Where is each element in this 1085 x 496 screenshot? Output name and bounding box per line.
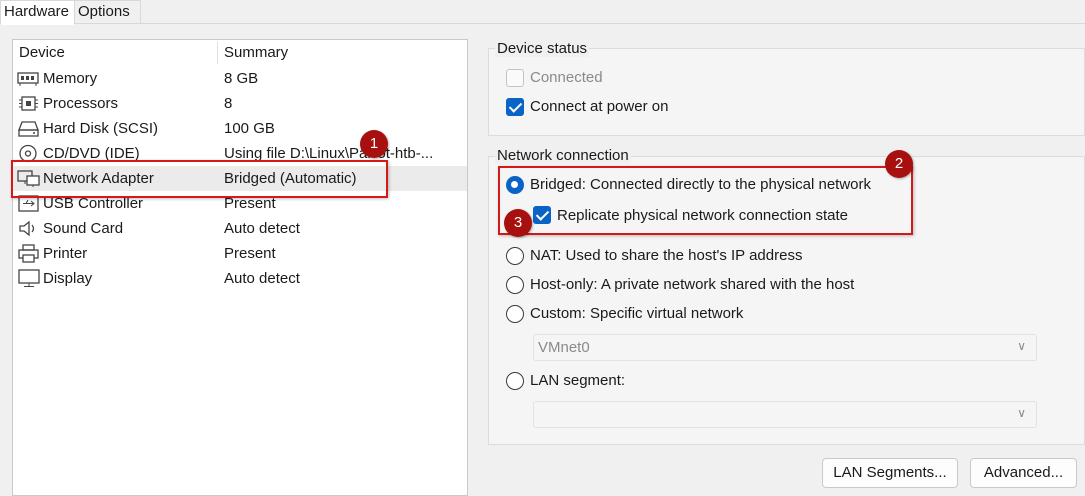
hard-disk-icon	[17, 119, 41, 138]
device-name: Processors	[43, 95, 119, 112]
connected-label: Connected	[530, 69, 603, 86]
annotation-badge-1: 1	[360, 130, 388, 158]
connect-at-power-on-checkbox[interactable]	[506, 98, 524, 116]
device-summary: Auto detect	[224, 220, 300, 237]
annotation-box-2	[498, 166, 913, 235]
device-name: Memory	[43, 70, 98, 87]
custom-network-value: VMnet0	[538, 339, 590, 356]
device-summary: Present	[224, 245, 276, 262]
tab-hardware[interactable]: Hardware	[0, 0, 75, 25]
sound-card-icon	[17, 219, 41, 238]
device-row-display[interactable]: Display Auto detect	[13, 266, 467, 291]
host-only-label: Host-only: A private network shared with…	[530, 276, 855, 293]
connect-at-power-on-label: Connect at power on	[530, 98, 669, 115]
memory-icon	[17, 69, 41, 88]
advanced-button[interactable]: Advanced...	[970, 458, 1077, 488]
annotation-box-1	[11, 160, 388, 198]
chevron-down-icon: ∨	[1017, 406, 1026, 420]
device-summary: 8	[224, 95, 233, 112]
custom-radio[interactable]	[506, 305, 524, 323]
host-only-radio[interactable]	[506, 276, 524, 294]
device-status-group	[488, 48, 1085, 136]
column-header-device[interactable]: Device	[13, 40, 217, 66]
device-name: Sound Card	[43, 220, 124, 237]
column-header-summary[interactable]: Summary	[218, 40, 458, 66]
annotation-badge-3: 3	[504, 209, 532, 237]
lan-segment-label: LAN segment:	[530, 372, 626, 389]
tab-options[interactable]: Options	[75, 0, 141, 24]
device-summary: 100 GB	[224, 120, 275, 137]
processor-icon	[17, 94, 41, 113]
device-summary: Auto detect	[224, 270, 300, 287]
device-row-processors[interactable]: Processors 8	[13, 91, 467, 116]
device-row-memory[interactable]: Memory 8 GB	[13, 66, 467, 91]
device-summary: 8 GB	[224, 70, 259, 87]
annotation-badge-2: 2	[885, 150, 913, 178]
display-icon	[17, 269, 41, 288]
nat-radio[interactable]	[506, 247, 524, 265]
chevron-down-icon: ∨	[1017, 339, 1026, 353]
connected-checkbox[interactable]	[506, 69, 524, 87]
device-row-sound-card[interactable]: Sound Card Auto detect	[13, 216, 467, 241]
lan-segment-radio[interactable]	[506, 372, 524, 390]
custom-network-select[interactable]: VMnet0 ∨	[533, 334, 1037, 361]
nat-label: NAT: Used to share the host's IP address	[530, 247, 803, 264]
device-list[interactable]: Device Summary Memory 8 GB Processors 8 …	[12, 39, 468, 496]
network-connection-title: Network connection	[495, 147, 631, 164]
device-name: Display	[43, 270, 93, 287]
device-name: Printer	[43, 245, 88, 262]
device-row-printer[interactable]: Printer Present	[13, 241, 467, 266]
device-status-title: Device status	[495, 40, 590, 57]
printer-icon	[17, 244, 41, 263]
custom-label: Custom: Specific virtual network	[530, 305, 744, 322]
tab-bar: Hardware Options	[0, 0, 1085, 25]
lan-segments-button[interactable]: LAN Segments...	[822, 458, 958, 488]
lan-segment-select[interactable]: ∨	[533, 401, 1037, 428]
device-row-hard-disk[interactable]: Hard Disk (SCSI) 100 GB	[13, 116, 467, 141]
device-name: Hard Disk (SCSI)	[43, 120, 159, 137]
